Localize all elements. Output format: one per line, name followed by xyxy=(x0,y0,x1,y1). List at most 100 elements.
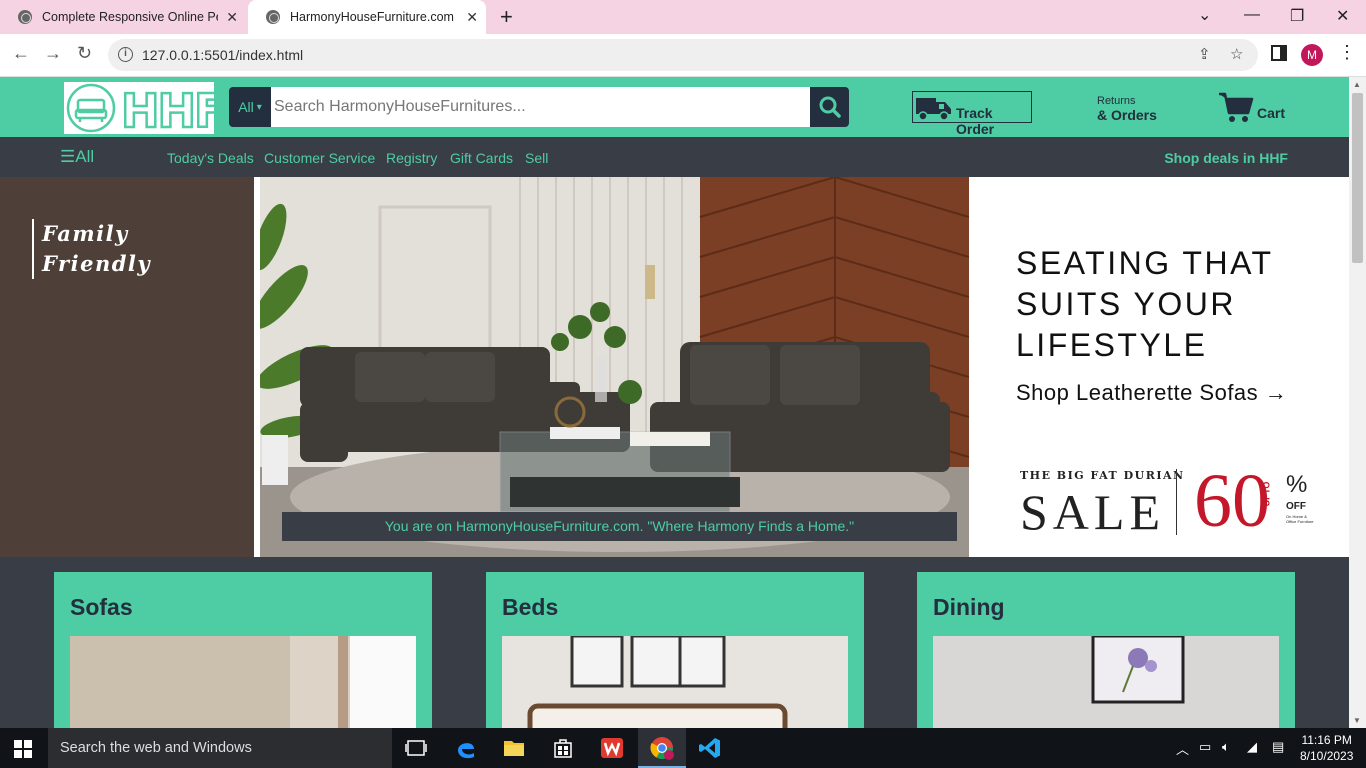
hero-banner[interactable]: Family Friendly You are on HarmonyHouseF… xyxy=(0,177,1349,557)
logo-text: HHF xyxy=(121,84,214,134)
cart-button[interactable]: Cart xyxy=(1218,91,1285,128)
sale-upto: UPTO xyxy=(1261,481,1272,507)
hamburger-icon: ☰ xyxy=(60,147,76,166)
new-tab-button[interactable]: + xyxy=(500,4,513,30)
scroll-up-icon[interactable]: ▲ xyxy=(1353,80,1361,89)
site-header: HHF All ▾ Track Order Returns & Orders xyxy=(0,77,1349,139)
close-tab-icon[interactable]: ✕ xyxy=(466,9,478,26)
site-logo[interactable]: HHF xyxy=(64,82,227,139)
promo-line: LIFESTYLE xyxy=(1016,327,1208,363)
restore-button[interactable]: ❐ xyxy=(1290,6,1304,26)
taskbar-search-box[interactable]: Search the web and Windows xyxy=(48,728,392,768)
page-scrollbar[interactable]: ▲ ▼ xyxy=(1349,77,1366,728)
browser-menu-icon[interactable]: ⋮ xyxy=(1338,42,1356,63)
bookmark-star-icon[interactable]: ☆ xyxy=(1230,45,1243,63)
windows-start-icon[interactable] xyxy=(14,740,32,758)
all-menu-button[interactable]: ☰All xyxy=(60,147,94,167)
category-title: Sofas xyxy=(70,594,133,620)
sale-badge: THE BIG FAT DURIAN SALE 60 UPTO % OFF On… xyxy=(1020,463,1320,540)
category-title: Dining xyxy=(933,594,1005,620)
category-card-sofas[interactable]: Sofas xyxy=(54,572,432,728)
nav-bar: ☰All Today's Deals Customer Service Regi… xyxy=(0,137,1349,177)
close-tab-icon[interactable]: ✕ xyxy=(226,9,238,26)
wps-office-icon[interactable] xyxy=(600,736,624,760)
cart-label: Cart xyxy=(1257,105,1286,121)
sale-word: SALE xyxy=(1020,484,1165,540)
search-icon xyxy=(819,96,841,118)
clock-time: 11:16 PM xyxy=(1301,733,1352,747)
nav-registry[interactable]: Registry xyxy=(386,150,437,166)
tab-title: HarmonyHouseFurniture.com xyxy=(290,10,454,24)
profile-avatar[interactable]: M xyxy=(1301,44,1323,66)
orders-label: & Orders xyxy=(1097,107,1157,123)
returns-orders-link[interactable]: Returns & Orders xyxy=(1097,95,1157,123)
arrow-right-icon: → xyxy=(1264,380,1288,405)
windows-taskbar: Search the web and Windows ︿ ▭ 🔈︎ ◢ ▤ 11… xyxy=(0,728,1366,768)
truck-icon xyxy=(916,98,951,121)
side-panel-icon[interactable] xyxy=(1271,45,1287,66)
sale-off: OFF xyxy=(1286,501,1306,512)
sofas-category-image xyxy=(70,636,416,728)
forward-icon[interactable]: → xyxy=(44,43,62,64)
all-menu-label: All xyxy=(75,147,95,166)
nav-customer-service[interactable]: Customer Service xyxy=(264,150,375,166)
volume-icon[interactable]: 🔈︎ xyxy=(1222,739,1230,755)
back-icon[interactable]: ← xyxy=(12,43,30,64)
nav-gift-cards[interactable]: Gift Cards xyxy=(450,150,513,166)
store-icon[interactable] xyxy=(551,736,575,760)
promo-link-label: Shop Leatherette Sofas xyxy=(1016,380,1259,405)
browser-tab[interactable]: Complete Responsive Online Perf ✕ xyxy=(0,0,246,34)
share-icon[interactable]: ⇪ xyxy=(1198,45,1211,63)
nav-todays-deals[interactable]: Today's Deals xyxy=(167,150,254,166)
tab-title: Complete Responsive Online Perf xyxy=(42,10,218,24)
url-text: 127.0.0.1:5501/index.html xyxy=(142,47,304,63)
task-view-icon[interactable] xyxy=(404,736,428,760)
network-device-icon[interactable]: ▭ xyxy=(1199,739,1211,755)
scroll-down-icon[interactable]: ▼ xyxy=(1353,716,1361,725)
chrome-icon xyxy=(650,737,674,760)
shop-leatherette-sofas-link[interactable]: Shop Leatherette Sofas → xyxy=(1016,380,1287,406)
browser-tab-active[interactable]: HarmonyHouseFurniture.com ✕ xyxy=(248,0,486,34)
reload-icon[interactable]: ↻ xyxy=(77,43,92,64)
tagline-line: Friendly xyxy=(42,251,152,276)
clock-date: 8/10/2023 xyxy=(1300,749,1354,763)
globe-icon xyxy=(266,10,280,24)
wifi-icon[interactable]: ◢ xyxy=(1247,739,1257,755)
sale-fine-print: On Home & Office Furniture xyxy=(1286,514,1314,524)
cart-icon xyxy=(1219,92,1254,122)
beds-category-image xyxy=(502,636,848,728)
close-window-button[interactable]: ✕ xyxy=(1336,6,1349,26)
promo-line: SUITS YOUR xyxy=(1016,286,1236,322)
globe-icon xyxy=(18,10,32,24)
search-category-select[interactable]: All ▾ xyxy=(229,87,271,127)
sale-percent: % xyxy=(1286,471,1308,498)
file-explorer-icon[interactable] xyxy=(502,736,526,760)
search-button[interactable] xyxy=(810,87,849,127)
welcome-message: You are on HarmonyHouseFurniture.com. "W… xyxy=(282,512,957,541)
nav-sell[interactable]: Sell xyxy=(525,150,548,166)
family-friendly-tagline: Family Friendly xyxy=(32,219,182,279)
promo-headline: SEATING THAT SUITS YOUR LIFESTYLE xyxy=(1016,243,1336,366)
track-order-label: Track Order xyxy=(956,105,995,137)
leather-texture-panel: Family Friendly xyxy=(0,177,254,557)
returns-label: Returns xyxy=(1097,95,1136,107)
chrome-taskbar-item[interactable] xyxy=(638,728,686,768)
show-hidden-icons[interactable]: ︿ xyxy=(1176,739,1189,758)
tab-search-icon[interactable]: ⌄ xyxy=(1198,5,1211,25)
site-info-icon[interactable]: i xyxy=(118,47,133,62)
vscode-icon[interactable] xyxy=(698,736,722,760)
url-field[interactable]: i 127.0.0.1:5501/index.html ⇪ ☆ xyxy=(108,39,1258,71)
category-card-dining[interactable]: Dining xyxy=(917,572,1295,728)
notifications-icon[interactable]: ▤ xyxy=(1272,739,1284,755)
track-order-button[interactable]: Track Order xyxy=(912,91,1032,137)
system-clock[interactable]: 11:16 PM 8/10/2023 xyxy=(1300,732,1353,764)
tagline-line: Family xyxy=(42,221,129,246)
category-section: Sofas Beds Dining xyxy=(0,557,1349,728)
minimize-button[interactable]: — xyxy=(1244,6,1260,24)
edge-browser-icon[interactable] xyxy=(454,736,478,760)
category-card-beds[interactable]: Beds xyxy=(486,572,864,728)
shop-deals-link[interactable]: Shop deals in HHF xyxy=(1164,150,1288,166)
scrollbar-thumb[interactable] xyxy=(1352,93,1363,263)
search-input[interactable] xyxy=(271,87,810,127)
sale-subtitle: THE BIG FAT DURIAN xyxy=(1020,469,1185,482)
